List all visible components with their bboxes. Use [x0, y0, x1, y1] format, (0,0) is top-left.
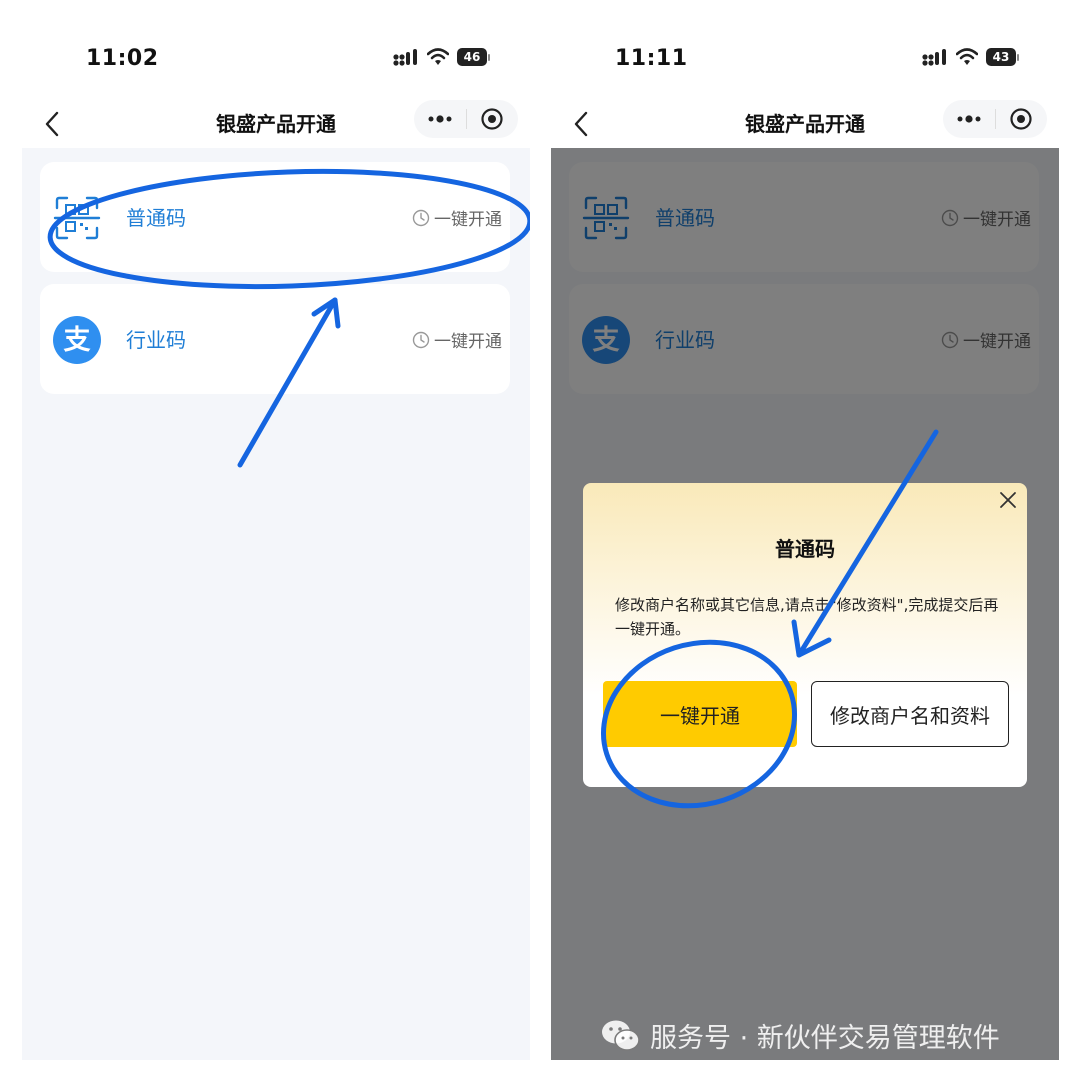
card-action-label: 一键开通	[434, 210, 502, 230]
battery-indicator: 46	[457, 48, 490, 66]
card-label: 行业码	[126, 328, 186, 352]
mini-program-capsule	[414, 100, 518, 138]
content-area: 普通码 一键开通 支 行业码 一键开通	[22, 148, 530, 1060]
dialog-close-button[interactable]	[993, 485, 1023, 515]
target-icon	[1010, 108, 1032, 130]
close-program-button[interactable]	[466, 100, 518, 138]
wechat-icon	[602, 1020, 640, 1051]
watermark: 服务号 · 新伙伴交易管理软件	[600, 1016, 1000, 1055]
product-card-normal[interactable]: 普通码 一键开通	[40, 162, 510, 272]
more-dots-icon	[957, 115, 981, 123]
one-click-open-link[interactable]: 一键开通	[412, 327, 502, 352]
battery-level: 43	[986, 48, 1016, 66]
card-action-label: 一键开通	[434, 332, 502, 352]
wifi-icon	[427, 48, 449, 65]
clock-icon	[412, 331, 430, 348]
product-card-industry[interactable]: 支 行业码 一键开通	[40, 284, 510, 394]
watermark-text: 服务号 · 新伙伴交易管理软件	[650, 1023, 1000, 1054]
signal-icon	[393, 49, 417, 66]
target-icon	[481, 108, 503, 130]
status-bar: 11:02 46	[22, 0, 530, 100]
status-icons: 46	[393, 48, 490, 66]
mini-program-capsule	[943, 100, 1047, 138]
battery-tip	[1017, 53, 1019, 61]
status-time: 11:02	[86, 46, 159, 71]
status-icons: 43	[922, 48, 1019, 66]
battery-indicator: 43	[986, 48, 1019, 66]
status-time: 11:11	[615, 46, 688, 71]
battery-tip	[488, 53, 490, 61]
dialog-message: 修改商户名称或其它信息,请点击"修改资料",完成提交后再一键开通。	[615, 596, 999, 638]
more-button[interactable]	[943, 100, 995, 138]
close-icon	[1000, 492, 1016, 508]
card-label: 普通码	[126, 206, 186, 230]
wifi-icon	[956, 48, 978, 65]
one-click-open-button[interactable]: 一键开通	[603, 681, 797, 747]
clock-icon	[412, 209, 430, 226]
screen-left: 11:02 46 银盛产品开通 普通码 一键开通 支 行业码 一键开通	[22, 0, 530, 1060]
close-program-button[interactable]	[995, 100, 1047, 138]
dialog-title: 普通码	[775, 537, 835, 561]
product-dialog: 普通码 修改商户名称或其它信息,请点击"修改资料",完成提交后再一键开通。 一键…	[583, 483, 1027, 787]
more-button[interactable]	[414, 100, 466, 138]
status-bar: 11:11 43	[551, 0, 1059, 100]
edit-merchant-info-button[interactable]: 修改商户名和资料	[811, 681, 1009, 747]
battery-level: 46	[457, 48, 487, 66]
screen-right: 11:11 43 银盛产品开通 普通码 修改商户名称或其它信息,请点击"修改资料…	[551, 0, 1059, 1060]
alipay-icon: 支	[53, 316, 101, 364]
nav-bar: 银盛产品开通	[551, 100, 1059, 148]
signal-icon	[922, 49, 946, 66]
svg-text:支: 支	[64, 325, 91, 356]
qr-code-icon	[53, 196, 101, 240]
nav-bar: 银盛产品开通	[22, 100, 530, 148]
more-dots-icon	[428, 115, 452, 123]
one-click-open-link[interactable]: 一键开通	[412, 205, 502, 230]
